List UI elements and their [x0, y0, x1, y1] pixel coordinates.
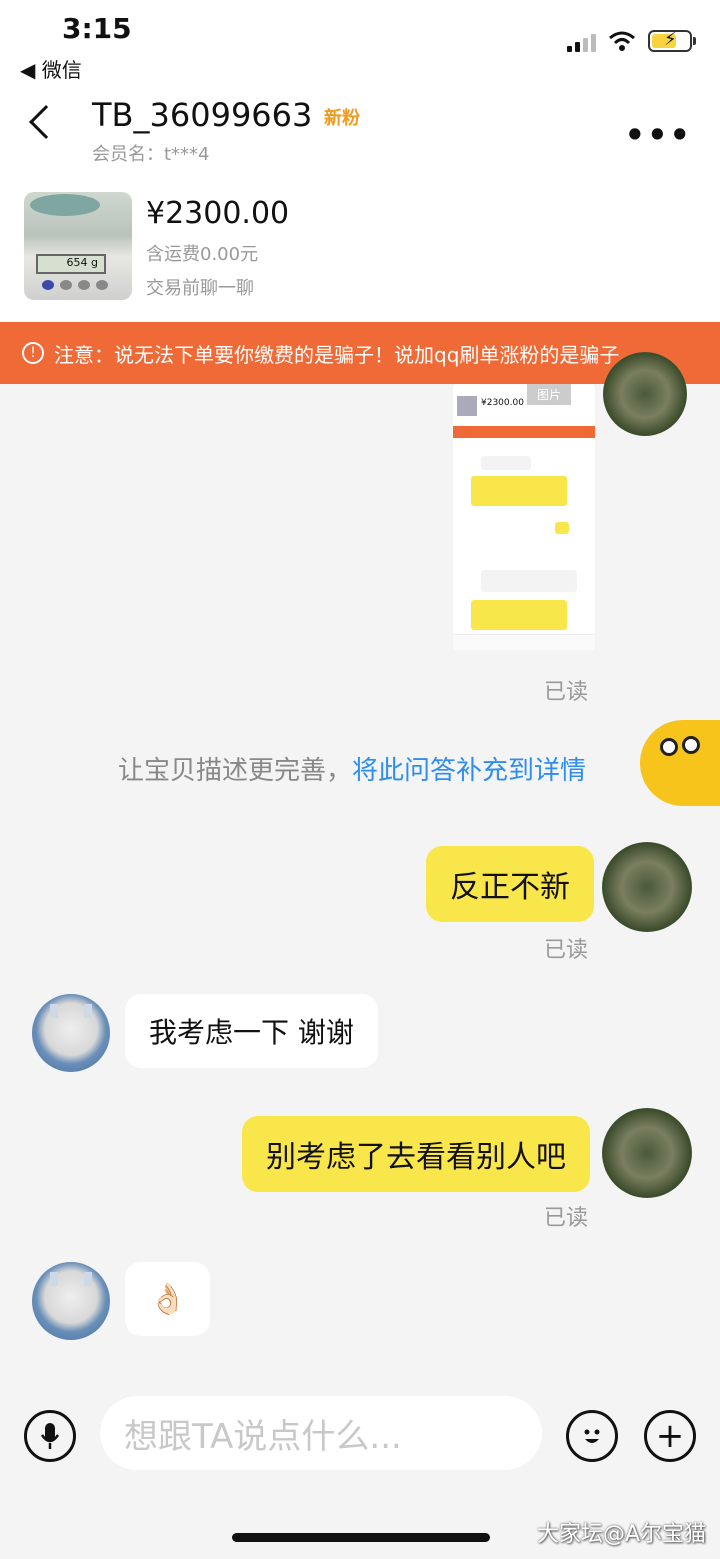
member-name: 会员名：t***4 — [92, 144, 210, 165]
image-tag: 图片 — [527, 384, 572, 405]
ok-hand-emoji: 👌🏻 — [149, 1281, 187, 1317]
my-avatar[interactable] — [602, 1108, 692, 1198]
image-message[interactable]: 图片 ¥2300.00 — [453, 384, 595, 650]
my-avatar[interactable] — [602, 842, 692, 932]
read-status: 已读 — [544, 938, 589, 963]
shipping-fee: 含运费0.00元 — [146, 244, 259, 265]
message-bubble-mine[interactable]: 别考虑了去看看别人吧 — [242, 1116, 590, 1192]
product-note: 交易前聊一聊 — [146, 278, 254, 299]
back-icon[interactable] — [29, 105, 63, 139]
microphone-icon[interactable] — [24, 1410, 76, 1462]
my-avatar[interactable] — [603, 352, 687, 436]
suggestion-text: 让宝贝描述更完善， — [118, 756, 353, 786]
home-indicator[interactable] — [232, 1533, 490, 1542]
read-status: 已读 — [544, 1206, 589, 1231]
message-text: 我考虑一下 谢谢 — [149, 1016, 354, 1049]
scale-reading: 654 g — [36, 254, 106, 274]
plus-icon[interactable]: + — [644, 1410, 696, 1462]
seller-avatar[interactable] — [32, 994, 110, 1072]
message-input[interactable]: 想跟TA说点什么... — [100, 1396, 542, 1470]
message-bubble-mine[interactable]: 反正不新 — [426, 846, 594, 922]
signal-icon — [567, 30, 596, 52]
message-text: 反正不新 — [450, 870, 570, 905]
message-text: 别考虑了去看看别人吧 — [266, 1140, 566, 1175]
message-bubble-other[interactable]: 我考虑一下 谢谢 — [125, 994, 378, 1068]
add-to-details-link[interactable]: 将此问答补充到详情 — [352, 756, 586, 786]
image-mini-price: ¥2300.00 — [481, 398, 524, 408]
status-icons: ⚡ — [567, 29, 696, 52]
emoji-icon[interactable] — [566, 1410, 618, 1462]
status-bar: 3:15 ◀ 微信 ⚡ — [0, 0, 720, 88]
product-price: ¥2300.00 — [146, 196, 290, 231]
qa-suggestion: 让宝贝描述更完善，将此问答补充到详情 — [118, 750, 586, 787]
battery-icon: ⚡ — [648, 29, 696, 52]
product-card[interactable]: 654 g ¥2300.00 含运费0.00元 交易前聊一聊 — [0, 180, 720, 322]
input-bar: 想跟TA说点什么... + — [0, 1388, 720, 1488]
message-bubble-other[interactable]: 👌🏻 — [125, 1262, 211, 1336]
chat-header: TB_36099663 新粉 会员名：t***4 ••• — [0, 88, 720, 180]
chat-title: TB_36099663 — [92, 96, 313, 134]
watermark: 大家坛@A尔宝猫 — [536, 1522, 706, 1547]
warning-icon: ! — [22, 342, 44, 364]
wifi-icon — [609, 31, 635, 51]
notice-text: 注意：说无法下单要你缴费的是骗子！说加qq刷单涨粉的是骗子 — [54, 342, 620, 367]
product-image[interactable]: 654 g — [24, 192, 132, 300]
new-fan-badge: 新粉 — [324, 108, 360, 129]
more-icon[interactable]: ••• — [625, 116, 692, 154]
clock: 3:15 — [62, 12, 132, 45]
seller-avatar[interactable] — [32, 1262, 110, 1340]
read-status: 已读 — [544, 680, 589, 705]
mascot-icon[interactable] — [640, 720, 720, 806]
back-to-wechat-link[interactable]: ◀ 微信 — [20, 54, 82, 83]
